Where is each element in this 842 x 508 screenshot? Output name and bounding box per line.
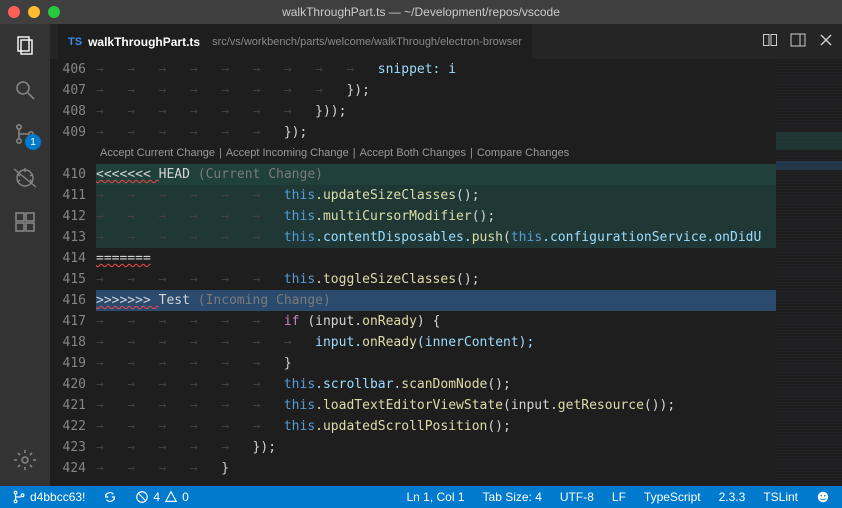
typescript-file-icon: TS	[68, 36, 82, 48]
codelens-accept-incoming[interactable]: Accept Incoming Change	[226, 147, 349, 159]
tab-filename: walkThroughPart.ts	[88, 35, 200, 49]
encoding-status[interactable]: UTF-8	[556, 490, 598, 504]
codelens-accept-current[interactable]: Accept Current Change	[100, 147, 215, 159]
activity-bar: 1	[0, 24, 50, 486]
title-bar: walkThroughPart.ts — ~/Development/repos…	[0, 0, 842, 24]
tab-bar: TS walkThroughPart.ts src/vs/workbench/p…	[50, 24, 842, 59]
scm-badge: 1	[25, 134, 41, 150]
search-icon[interactable]	[13, 78, 37, 102]
git-branch-status[interactable]: d4bbcc63!	[8, 490, 89, 504]
close-tab-icon[interactable]	[818, 32, 834, 51]
source-control-icon[interactable]: 1	[13, 122, 37, 146]
editor-tab[interactable]: TS walkThroughPart.ts src/vs/workbench/p…	[58, 24, 533, 59]
minimap[interactable]	[776, 59, 842, 486]
sync-status[interactable]	[99, 490, 121, 504]
toggle-layout-icon[interactable]	[790, 32, 806, 51]
ts-version-status[interactable]: 2.3.3	[715, 490, 750, 504]
language-status[interactable]: TypeScript	[640, 490, 705, 504]
split-editor-icon[interactable]	[762, 32, 778, 51]
eol-status[interactable]: LF	[608, 490, 630, 504]
explorer-icon[interactable]	[13, 34, 37, 58]
extensions-icon[interactable]	[13, 210, 37, 234]
window-title: walkThroughPart.ts — ~/Development/repos…	[0, 5, 842, 19]
cursor-position-status[interactable]: Ln 1, Col 1	[402, 490, 468, 504]
codelens-accept-both[interactable]: Accept Both Changes	[360, 147, 466, 159]
status-bar: d4bbcc63! 4 0 Ln 1, Col 1 Tab Size: 4 UT…	[0, 486, 842, 508]
tab-size-status[interactable]: Tab Size: 4	[479, 490, 546, 504]
line-number-gutter: 4064074084094104114124134144154164174184…	[50, 59, 96, 486]
codelens-compare[interactable]: Compare Changes	[477, 147, 569, 159]
problems-status[interactable]: 4 0	[131, 490, 192, 504]
code-editor[interactable]: → → → → → → → → → snippet: i→ → → → → → …	[96, 59, 776, 486]
settings-gear-icon[interactable]	[13, 448, 37, 472]
linter-status[interactable]: TSLint	[759, 490, 802, 504]
tab-path: src/vs/workbench/parts/welcome/walkThrou…	[212, 36, 522, 48]
feedback-icon[interactable]	[812, 490, 834, 504]
debug-icon[interactable]	[13, 166, 37, 190]
